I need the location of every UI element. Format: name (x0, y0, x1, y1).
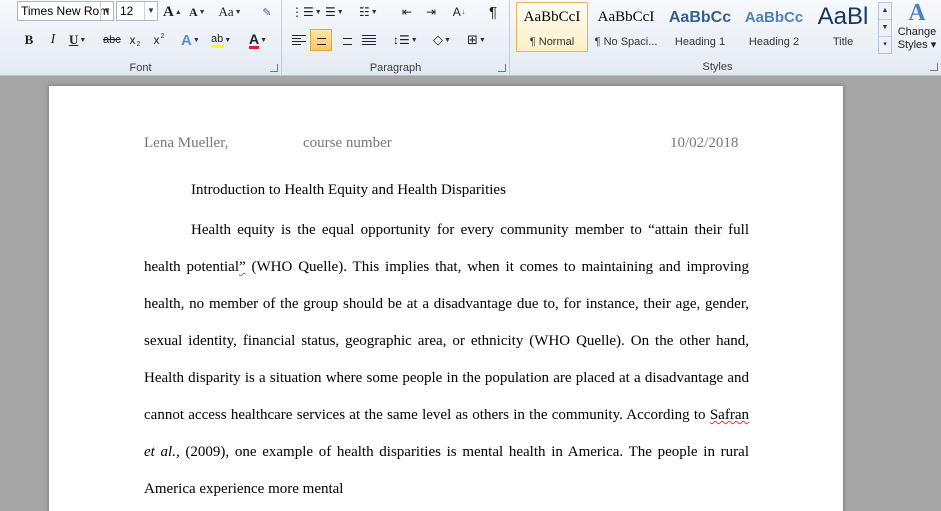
align-right-icon (338, 35, 352, 45)
style-heading-2[interactable]: AaBbCc Heading 2 (738, 2, 810, 52)
font-group: Times New Rom ▼ 12 ▼ A ▲ A ▼ Aa ▼ ✎ B I U ▼ … (0, 0, 282, 76)
body-text-2: (WHO Quelle). This implies that, when it… (144, 259, 749, 423)
text-effects-button[interactable]: A ▼ (178, 29, 203, 51)
font-color-button[interactable]: A ▼ (246, 29, 270, 51)
paint-bucket-icon: ◇ (433, 32, 443, 47)
change-case-button[interactable]: Aa ▼ (216, 1, 244, 23)
chevron-down-icon: ▼ (314, 8, 322, 16)
style-heading-1[interactable]: AaBbCc Heading 1 (664, 2, 736, 52)
italic-button[interactable]: I (42, 29, 64, 51)
decrease-indent-icon: ⇤ (401, 5, 413, 19)
align-center-button[interactable] (310, 29, 332, 51)
header-course: course number (303, 135, 392, 151)
styles-group-label: Styles (702, 61, 733, 73)
scroll-down-icon[interactable]: ▼ (879, 20, 891, 37)
styles-gallery-scroller[interactable]: ▲ ▼ ▾ (878, 2, 892, 54)
line-spacing-button[interactable]: ↕☰ ▼ (390, 29, 421, 51)
font-name-combo[interactable]: Times New Rom ▼ (17, 1, 114, 21)
chevron-down-icon: ▼ (79, 36, 87, 44)
align-left-button[interactable] (288, 29, 310, 51)
multilevel-list-button[interactable]: ☷ ▼ (356, 1, 381, 23)
style-normal[interactable]: AaBbCcI ¶ Normal (516, 2, 588, 52)
borders-icon: ⊞ (467, 32, 478, 47)
chevron-down-icon[interactable]: ▼ (100, 2, 113, 20)
pilcrow-icon: ¶ (488, 3, 498, 21)
font-name-value: Times New Rom (21, 4, 110, 18)
align-left-icon (292, 35, 306, 45)
chevron-down-icon: ▼ (234, 8, 242, 16)
font-size-value: 12 (120, 4, 134, 18)
numbering-icon: ☰ (325, 5, 336, 19)
chevron-down-icon: ▼ (444, 36, 451, 44)
align-center-icon (314, 35, 328, 45)
paragraph-group: ⋮☰ ▼ ☰ ▼ ☷ ▼ ⇤ ⇥ A ↓ ¶ ↕☰ ▼ ◇ ▼ ⊞ ▼ Para… (282, 0, 510, 76)
font-group-label: Font (129, 62, 152, 74)
change-styles-icon: A (908, 0, 926, 26)
body-paragraph[interactable]: Health equity is the equal opportunity f… (144, 212, 749, 508)
dialog-launcher-icon[interactable] (498, 64, 506, 72)
line-spacing-icon: ↕☰ (393, 33, 410, 47)
chevron-down-icon: ▼ (370, 8, 378, 16)
spelling-flag-safran[interactable]: Safran (710, 407, 749, 423)
sort-button[interactable]: A ↓ (448, 1, 470, 23)
increase-indent-icon: ⇥ (425, 5, 437, 19)
align-right-button[interactable] (334, 29, 356, 51)
scroll-up-icon[interactable]: ▲ (879, 3, 891, 20)
bullets-icon: ⋮☰ (291, 5, 314, 19)
chevron-down-icon: ▼ (224, 36, 232, 44)
caret-up-icon: ▲ (174, 8, 182, 16)
underline-button[interactable]: U ▼ (66, 29, 89, 51)
sort-icon: A (452, 5, 461, 19)
justify-icon (362, 35, 376, 45)
font-size-combo[interactable]: 12 ▼ (116, 1, 158, 21)
gallery-more-icon[interactable]: ▾ (879, 37, 891, 54)
numbering-button[interactable]: ☰ ▼ (322, 1, 347, 23)
body-text-3: (2009), one example of health disparitie… (144, 444, 749, 497)
grammar-flag[interactable]: ” (239, 259, 246, 275)
chevron-down-icon: ▼ (192, 36, 200, 44)
borders-button[interactable]: ⊞ ▼ (464, 29, 489, 51)
caret-down-icon: ▼ (198, 8, 206, 16)
chevron-down-icon[interactable]: ▼ (144, 2, 157, 20)
chevron-down-icon: ▼ (478, 36, 486, 44)
document-page[interactable]: Lena Mueller, course number 10/02/2018 I… (49, 86, 843, 511)
style-no-spacing[interactable]: AaBbCcI ¶ No Spaci... (590, 2, 662, 52)
paragraph-group-label: Paragraph (369, 62, 422, 74)
increase-indent-button[interactable]: ⇥ (420, 1, 442, 23)
decrease-indent-button[interactable]: ⇤ (396, 1, 418, 23)
chevron-down-icon: ▼ (410, 36, 418, 44)
grow-font-button[interactable]: A ▲ (160, 1, 185, 23)
show-formatting-button[interactable]: ¶ (482, 1, 504, 23)
header-author: Lena Mueller, (144, 135, 229, 151)
shrink-font-button[interactable]: A ▼ (186, 1, 209, 23)
clear-formatting-icon[interactable]: ✎ (256, 1, 278, 23)
change-styles-button[interactable]: A Change Styles ▾ (895, 0, 939, 58)
highlight-button[interactable]: ab ▼ (208, 29, 234, 51)
multilevel-list-icon: ☷ (359, 5, 370, 19)
dialog-launcher-icon[interactable] (270, 64, 278, 72)
shading-button[interactable]: ◇ ▼ (430, 29, 454, 51)
dialog-launcher-icon[interactable] (930, 63, 938, 71)
et-al-text: et al., (144, 444, 180, 460)
ribbon: Times New Rom ▼ 12 ▼ A ▲ A ▼ Aa ▼ ✎ B I U ▼ … (0, 0, 941, 76)
chevron-down-icon: ▼ (336, 8, 344, 16)
chevron-down-icon: ▼ (260, 36, 268, 44)
subscript-button[interactable]: x2 (124, 29, 146, 51)
header-date: 10/02/2018 (670, 135, 739, 151)
bullets-button[interactable]: ⋮☰ ▼ (288, 1, 325, 23)
style-title[interactable]: AaBl Title (812, 2, 874, 52)
strikethrough-button[interactable]: abc (100, 29, 124, 51)
justify-button[interactable] (358, 29, 380, 51)
superscript-button[interactable]: x2 (148, 29, 170, 51)
document-title: Introduction to Health Equity and Health… (191, 182, 506, 198)
bold-button[interactable]: B (18, 29, 40, 51)
